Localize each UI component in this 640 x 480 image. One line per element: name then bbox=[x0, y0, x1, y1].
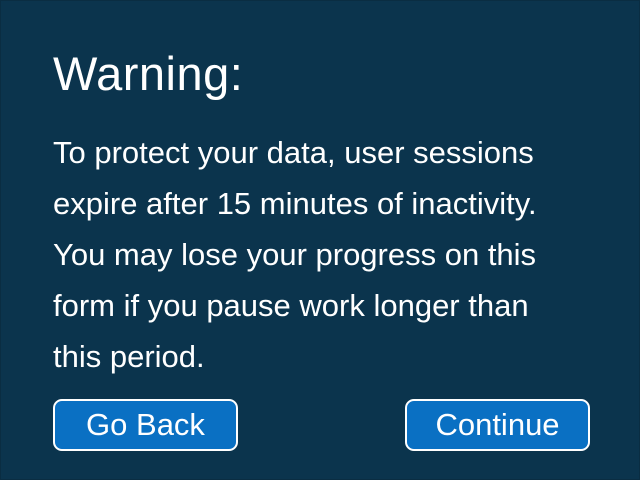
go-back-button[interactable]: Go Back bbox=[53, 399, 238, 451]
dialog-title: Warning: bbox=[53, 47, 244, 100]
message-line: form if you pause work longer than bbox=[53, 288, 529, 323]
session-warning-dialog: Warning: To protect your data, user sess… bbox=[0, 0, 640, 480]
message-line: You may lose your progress on this bbox=[53, 237, 537, 272]
continue-button[interactable]: Continue bbox=[405, 399, 590, 451]
message-line: To protect your data, user sessions bbox=[53, 135, 534, 170]
message-line: this period. bbox=[53, 339, 205, 374]
message-line: expire after 15 minutes of inactivity. bbox=[53, 186, 537, 221]
dialog-message: To protect your data, user sessions expi… bbox=[53, 127, 613, 382]
